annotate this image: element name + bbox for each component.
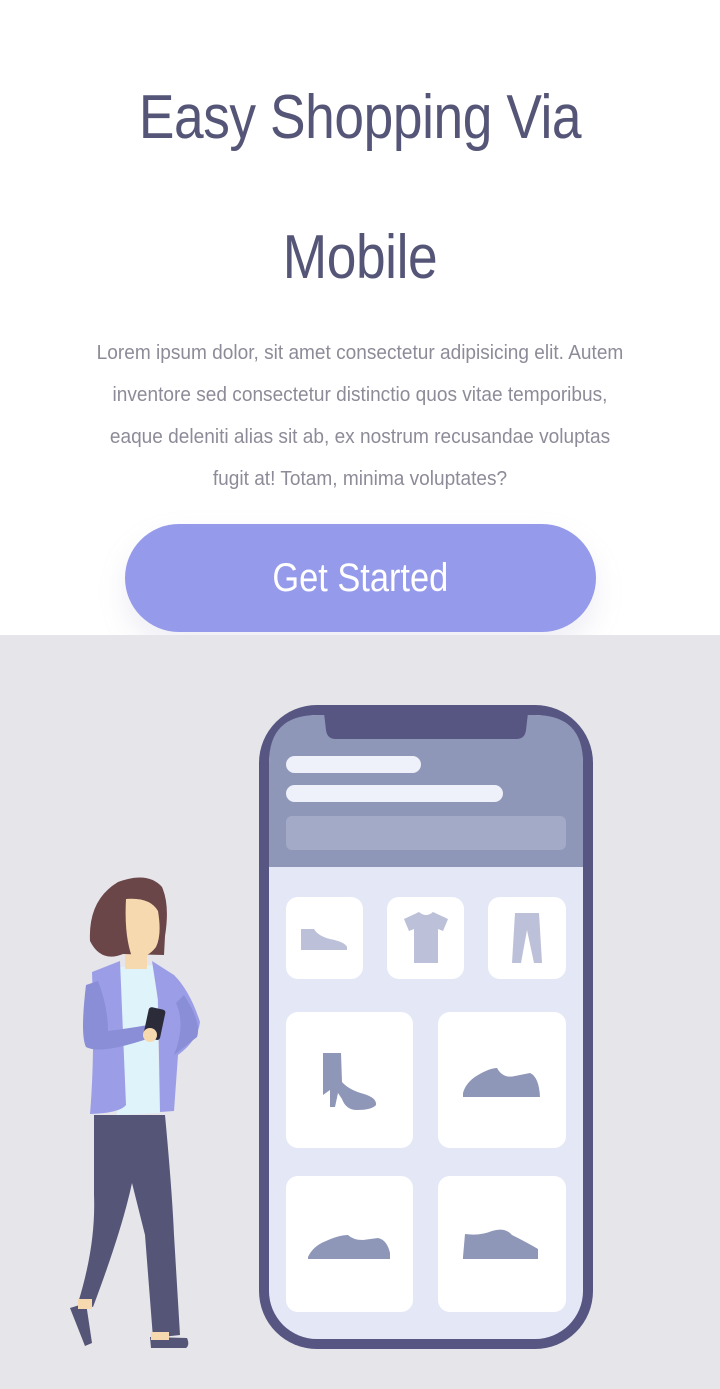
hero-section: Easy Shopping Via Mobile Lorem ipsum dol…: [0, 0, 720, 635]
header-line-1: [286, 756, 421, 773]
illustration-svg: [70, 705, 593, 1349]
shopping-illustration: [0, 635, 720, 1389]
get-started-button[interactable]: Get Started: [125, 524, 596, 632]
page-title: Easy Shopping Via Mobile: [50, 48, 669, 328]
hero-description: Lorem ipsum dolor, sit amet consectetur …: [96, 341, 624, 490]
tile-4: [286, 1012, 413, 1148]
header-line-2: [286, 785, 503, 802]
phone-notch: [324, 713, 528, 739]
search-bar-shape: [286, 816, 566, 850]
tile-3: [488, 897, 566, 979]
get-started-label: Get Started: [272, 555, 449, 600]
title-line-1: Easy Shopping Via: [138, 83, 582, 152]
phone-illustration: [259, 705, 593, 1349]
title-line-2: Mobile: [282, 223, 438, 292]
woman-illustration: [70, 877, 200, 1348]
